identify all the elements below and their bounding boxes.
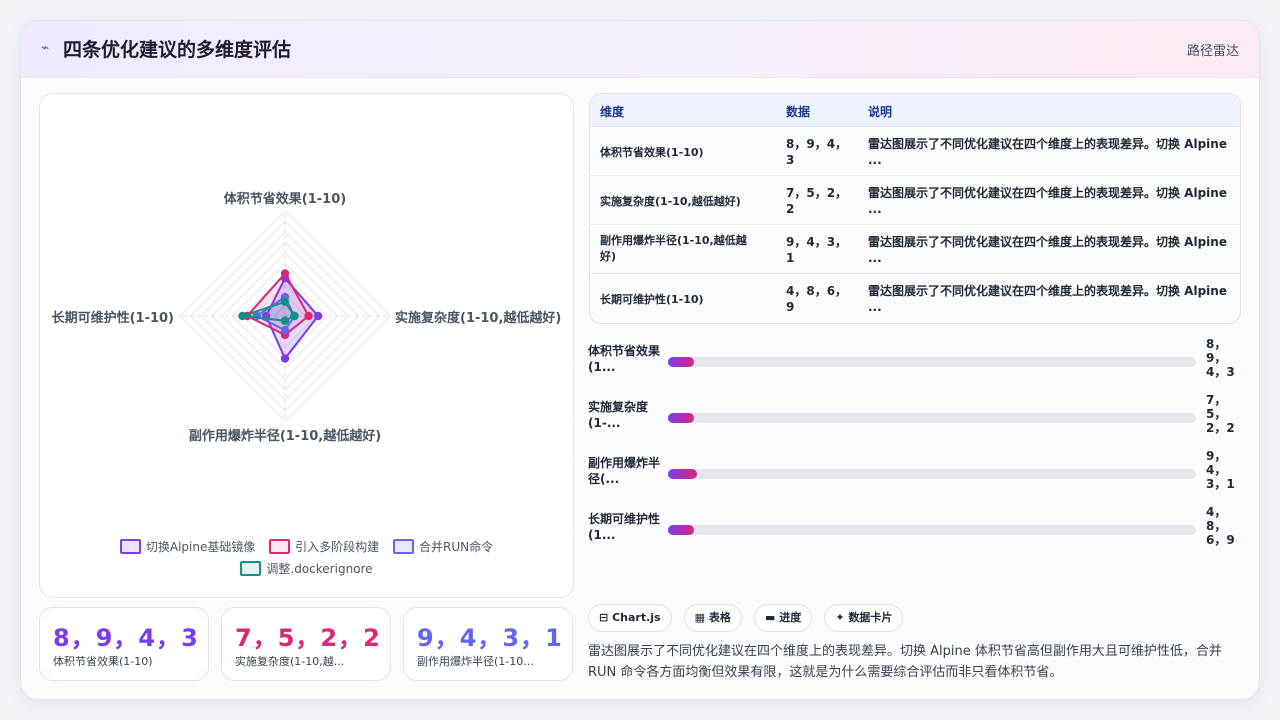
table-icon: ▦	[694, 611, 706, 624]
progress-value: 4， 8， 6，9	[1206, 505, 1235, 547]
legend-swatch	[119, 539, 141, 554]
tab-progress[interactable]: ▬ 进度	[754, 604, 813, 632]
progress-label: 长期可维护性(1...	[588, 512, 661, 542]
stat-label: 实施复杂度(1-10,越...	[235, 655, 345, 668]
stat-value: 8，9，4，3	[53, 624, 199, 652]
main-card: ⌁ 四条优化建议的多维度评估 路径雷达 体积节省效果(1-10) 实施复杂度(1…	[20, 20, 1260, 700]
table-cell-description: 雷达图展示了不同优化建议在四个维度上的表现差异。切换 Alpine...	[868, 284, 1227, 314]
radar-chart: 体积节省效果(1-10) 实施复杂度(1-10,越低越好) 副作用爆炸半径(1-…	[52, 191, 562, 444]
chart-icon: ⊟	[599, 611, 609, 624]
chart-legend: 切换Alpine基础镜像 引入多阶段构建 合并RUN命令 调整.dockerig…	[40, 536, 573, 580]
progress-fill	[668, 357, 695, 367]
table-cell-description: 雷达图展示了不同优化建议在四个维度上的表现差异。切换 Alpine...	[868, 186, 1227, 216]
legend-swatch	[269, 539, 291, 554]
progress-row: 体积节省效果(1... 8， 9， 4，3	[588, 337, 1248, 389]
table-cell-description: 雷达图展示了不同优化建议在四个维度上的表现差异。切换 Alpine...	[868, 235, 1227, 265]
table-header: 维度 数据 说明	[590, 94, 1240, 126]
table-row[interactable]: 长期可维护性(1-10) 4，8，6， 9 雷达图展示了不同优化建议在四个维度上的…	[590, 273, 1240, 323]
stat-card: 9，4，3，1 副作用爆炸半径(1-10...	[403, 607, 573, 681]
table-cell-dimension: 副作用爆炸半径(1-10,越低越好)	[600, 234, 747, 263]
tab-table[interactable]: ▦ 表格	[683, 604, 742, 632]
radar-point	[280, 269, 290, 278]
summary-text: 雷达图展示了不同优化建议在四个维度上的表现差异。切换 Alpine 体积节省高但…	[588, 644, 1222, 680]
radar-point	[280, 325, 290, 335]
stat-value: 9，4，3，1	[417, 624, 563, 652]
sparkle-icon: ✦	[835, 611, 845, 624]
legend-item[interactable]: 合并RUN命令	[393, 536, 493, 558]
radar-axis-label: 实施复杂度(1-10,越低越好)	[395, 310, 561, 326]
progress-track	[668, 413, 1196, 423]
progress-label: 实施复杂度(1-...	[588, 400, 649, 430]
radar-point	[313, 311, 323, 321]
stat-value: 7，5，2，2	[235, 624, 381, 652]
tab-data-cards[interactable]: ✦ 数据卡片	[824, 604, 904, 632]
progress-fill	[668, 413, 695, 423]
radar-point	[280, 316, 290, 325]
progress-row: 长期可维护性(1... 4， 8， 6，9	[588, 505, 1248, 557]
table-cell-dimension: 体积节省效果(1-10)	[600, 146, 704, 159]
legend-item[interactable]: 引入多阶段构建	[269, 536, 379, 558]
data-table: 维度 数据 说明 体积节省效果(1-10) 8，9，4， 3 雷达图展示了不同优化…	[589, 93, 1241, 324]
table-cell-dimension: 实施复杂度(1-10,越低越好)	[600, 195, 741, 208]
progress-track	[668, 469, 1196, 479]
table-header-cell: 说明	[868, 105, 893, 119]
progress-fill	[668, 469, 698, 479]
stat-card: 8，9，4，3 体积节省效果(1-10)	[39, 607, 209, 681]
view-tabs: ⊟ Chart.js ▦ 表格 ▬ 进度 ✦ 数据卡片	[588, 604, 910, 632]
table-header-cell: 数据	[786, 105, 811, 119]
stat-card: 7，5，2，2 实施复杂度(1-10,越...	[221, 607, 391, 681]
radar-point	[290, 311, 299, 321]
progress-track	[668, 525, 1196, 535]
progress-label: 副作用爆炸半径(...	[588, 456, 661, 486]
radar-point	[280, 354, 290, 363]
legend-item[interactable]: 调整.dockerignore	[240, 558, 373, 580]
progress-value: 8， 9， 4，3	[1206, 337, 1235, 379]
radar-axis-label: 副作用爆炸半径(1-10,越低越好)	[189, 428, 381, 444]
progress-row: 实施复杂度(1-... 7， 5， 2，2	[588, 393, 1248, 445]
table-row[interactable]: 体积节省效果(1-10) 8，9，4， 3 雷达图展示了不同优化建议在四个维度上的…	[590, 126, 1240, 176]
stat-label: 副作用爆炸半径(1-10...	[417, 655, 534, 668]
legend-swatch	[393, 539, 415, 554]
progress-icon: ▬	[765, 611, 776, 624]
table-header-cell: 维度	[600, 105, 625, 119]
table-cell-data: 8，9，4， 3	[786, 137, 848, 167]
legend-item[interactable]: 切换Alpine基础镜像	[119, 536, 255, 558]
progress-label: 体积节省效果(1...	[588, 344, 661, 374]
stat-label: 体积节省效果(1-10)	[53, 655, 153, 668]
header-tag[interactable]: 路径雷达	[1187, 40, 1239, 59]
table-cell-data: 7，5，2， 2	[786, 186, 848, 216]
legend-swatch	[240, 561, 262, 576]
logo-icon: ⌁	[41, 40, 50, 56]
table-row[interactable]: 副作用爆炸半径(1-10,越低越好) 9，4，3， 1 雷达图展示了不同优化建议在…	[590, 224, 1240, 274]
page-title: 四条优化建议的多维度评估	[63, 39, 292, 61]
radar-point	[280, 297, 290, 307]
header: ⌁ 四条优化建议的多维度评估 路径雷达	[21, 21, 1259, 78]
table-cell-dimension: 长期可维护性(1-10)	[600, 293, 704, 306]
radar-axis-label: 长期可维护性(1-10)	[52, 310, 174, 326]
table-row[interactable]: 实施复杂度(1-10,越低越好) 7，5，2， 2 雷达图展示了不同优化建议在四个…	[590, 175, 1240, 225]
table-cell-description: 雷达图展示了不同优化建议在四个维度上的表现差异。切换 Alpine...	[868, 137, 1227, 167]
tab-chartjs[interactable]: ⊟ Chart.js	[588, 604, 672, 632]
radar-axis-label: 体积节省效果(1-10)	[224, 191, 346, 207]
progress-row: 副作用爆炸半径(... 9， 4， 3，1	[588, 449, 1248, 501]
radar-chart-panel: 体积节省效果(1-10) 实施复杂度(1-10,越低越好) 副作用爆炸半径(1-…	[39, 93, 574, 598]
table-cell-data: 4，8，6， 9	[786, 284, 848, 314]
progress-fill	[668, 525, 695, 535]
radar-point	[238, 311, 247, 321]
progress-track	[668, 357, 1196, 367]
radar-point	[304, 311, 313, 321]
table-cell-data: 9，4，3， 1	[786, 235, 848, 265]
progress-value: 9， 4， 3，1	[1206, 449, 1235, 491]
progress-value: 7， 5， 2，2	[1206, 393, 1235, 435]
